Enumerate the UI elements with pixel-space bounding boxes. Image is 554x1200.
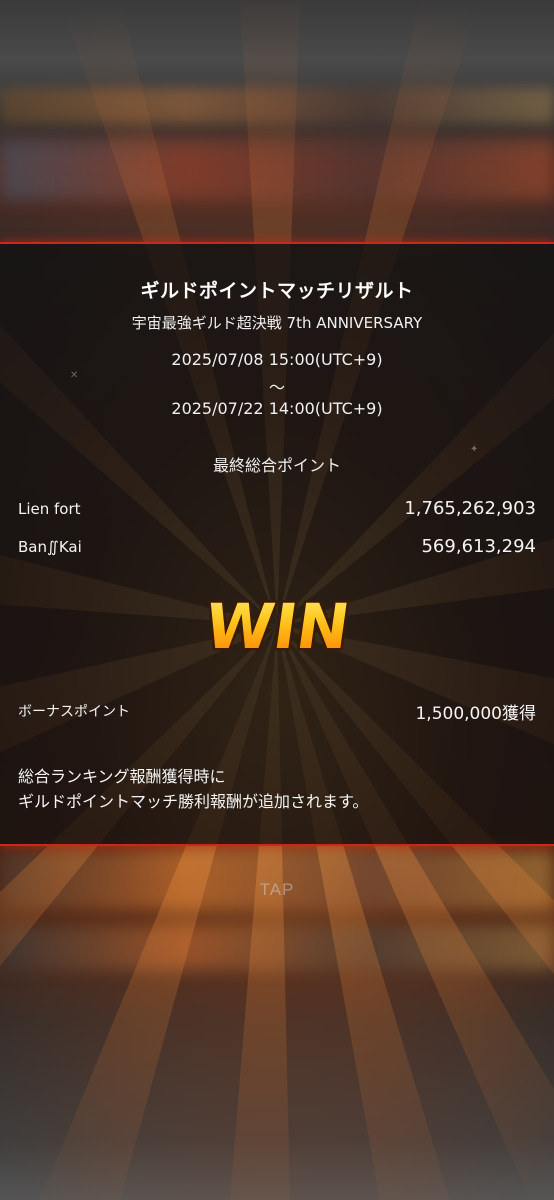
event-subtitle: 宇宙最強ギルド超決戦 7th ANNIVERSARY xyxy=(131,314,423,332)
reward-note-line: ギルドポイントマッチ勝利報酬が追加されます。 xyxy=(18,792,369,811)
reward-note: 総合ランキング報酬獲得時に ギルドポイントマッチ勝利報酬が追加されます。 xyxy=(18,764,538,814)
result-title: ギルドポイントマッチリザルト xyxy=(140,280,414,302)
guild-score-row: Ban∬Kai 569,613,294 xyxy=(18,536,536,562)
period-end: 2025/07/22 14:00(UTC+9) xyxy=(171,399,383,418)
guild-name: Lien fort xyxy=(18,500,81,518)
win-text: WIN xyxy=(201,590,355,663)
bonus-row: ボーナスポイント 1,500,000獲得 xyxy=(18,699,536,725)
win-banner: WIN xyxy=(198,588,357,666)
period-start: 2025/07/08 15:00(UTC+9) xyxy=(171,350,383,369)
final-points-heading: 最終総合ポイント xyxy=(212,456,341,475)
bonus-value: 1,500,000獲得 xyxy=(415,704,536,724)
reward-note-line: 総合ランキング報酬獲得時に xyxy=(18,767,226,786)
tap-prompt[interactable]: TAP xyxy=(0,880,554,900)
period-separator: ～ xyxy=(268,378,285,397)
guild-points: 569,613,294 xyxy=(421,536,536,557)
guild-score-row: Lien fort 1,765,262,903 xyxy=(18,498,536,524)
guild-points: 1,765,262,903 xyxy=(404,498,536,519)
bonus-label: ボーナスポイント xyxy=(18,704,130,720)
guild-name: Ban∬Kai xyxy=(18,538,82,556)
result-panel: ✕ ✦ ギルドポイントマッチリザルト 宇宙最強ギルド超決戦 7th ANNIVE… xyxy=(0,242,554,846)
